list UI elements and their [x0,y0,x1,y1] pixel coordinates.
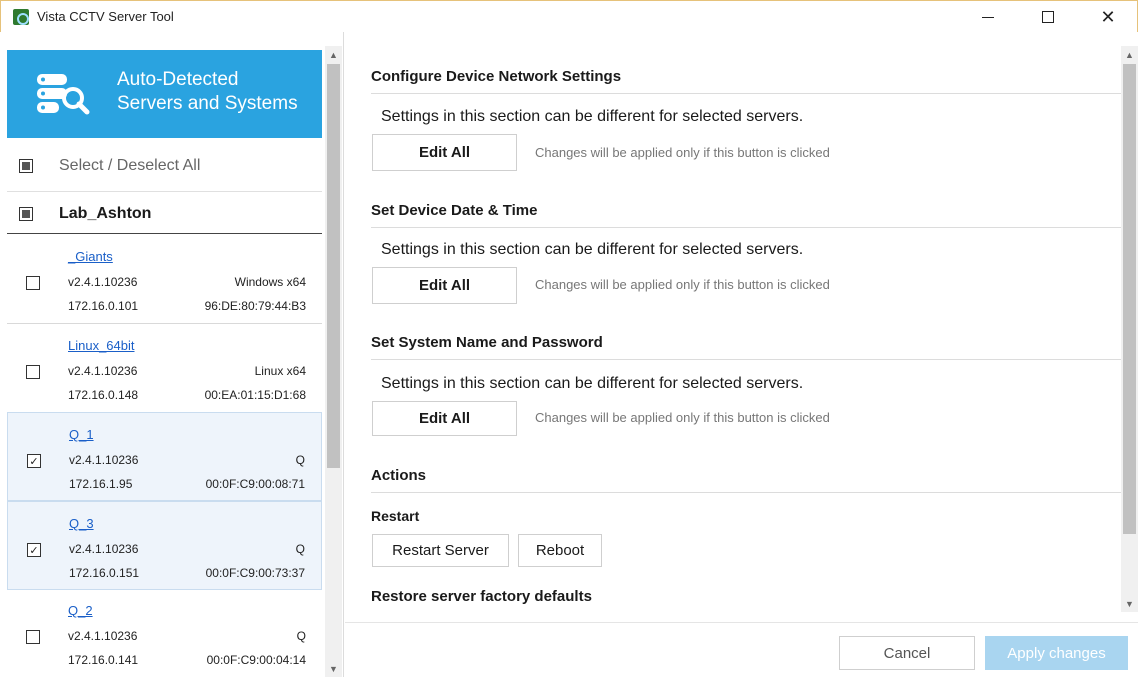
server-name-link[interactable]: Linux_64bit [68,338,135,353]
server-item[interactable]: Q_1 ✓ v2.4.1.10236 Q 172.16.1.95 00:0F:C… [7,412,322,501]
minimize-icon [982,16,994,18]
server-list-panel: Auto-Detected Servers and Systems Select… [0,32,344,677]
section-hint: Changes will be applied only if this but… [535,277,830,292]
close-icon: ✕ [1100,7,1116,27]
section-divider [371,227,1124,228]
restart-label: Restart [371,508,420,524]
server-version: v2.4.1.10236 [69,542,139,556]
server-ip: 172.16.0.151 [69,566,140,580]
scroll-up-arrow-icon[interactable]: ▲ [325,46,342,63]
scroll-down-arrow-icon[interactable]: ▼ [1121,595,1138,612]
server-checkbox[interactable] [26,630,40,644]
section-title-network: Configure Device Network Settings [371,68,622,85]
server-ip: 172.16.0.141 [68,653,139,667]
select-all-label: Select / Deselect All [59,156,201,174]
scroll-up-arrow-icon[interactable]: ▲ [1121,46,1138,63]
server-name-link[interactable]: _Giants [68,249,113,264]
header-line-1: Auto-Detected [117,69,239,90]
select-all-checkbox[interactable] [19,158,33,173]
server-name-link[interactable]: Q_1 [69,427,94,442]
server-checkbox[interactable] [26,276,40,290]
title-bar: Vista CCTV Server Tool ✕ [0,0,1138,32]
apply-changes-button[interactable]: Apply changes [985,636,1128,670]
server-list-title: Auto-Detected Servers and Systems [117,68,298,116]
restore-defaults-label: Restore server factory defaults [371,588,592,605]
server-ip: 172.16.0.148 [68,388,139,402]
maximize-icon [1042,11,1054,23]
server-version: v2.4.1.10236 [69,453,139,467]
reboot-button[interactable]: Reboot [518,534,602,567]
group-label: Lab_Ashton [59,204,152,222]
scroll-down-arrow-icon[interactable]: ▼ [325,660,342,677]
server-os: Windows x64 [234,275,306,289]
window-title: Vista CCTV Server Tool [37,9,174,24]
minimize-button[interactable] [965,1,1011,33]
maximize-button[interactable] [1025,1,1071,33]
section-divider [371,93,1124,94]
server-checkbox[interactable]: ✓ [27,543,41,557]
edit-all-date-time-button[interactable]: Edit All [372,267,517,304]
section-description: Settings in this section can be differen… [381,108,804,125]
server-list-header: Auto-Detected Servers and Systems [7,50,322,138]
settings-panel: Configure Device Network Settings Settin… [345,32,1138,622]
server-os: Linux x64 [254,364,306,378]
server-checkbox[interactable]: ✓ [27,454,41,468]
server-mac: 00:0F:C9:00:73:37 [205,566,305,580]
app-logo-icon [13,8,29,25]
server-mac: 00:EA:01:15:D1:68 [204,388,306,402]
server-version: v2.4.1.10236 [68,364,138,378]
scrollbar-thumb[interactable] [327,64,340,468]
select-all-row[interactable]: Select / Deselect All [7,140,322,192]
server-ip: 172.16.1.95 [69,477,133,491]
group-checkbox[interactable] [19,206,33,221]
server-version: v2.4.1.10236 [68,629,138,643]
edit-all-network-button[interactable]: Edit All [372,134,517,171]
server-mac: 00:0F:C9:00:04:14 [206,653,306,667]
section-hint: Changes will be applied only if this but… [535,410,830,425]
cancel-button[interactable]: Cancel [839,636,975,670]
scrollbar-thumb[interactable] [1123,64,1136,534]
section-divider [371,492,1124,493]
server-item[interactable]: Linux_64bit v2.4.1.10236 Linux x64 172.1… [7,324,322,413]
footer-bar: Cancel Apply changes [345,622,1138,677]
server-version: v2.4.1.10236 [68,275,138,289]
section-hint: Changes will be applied only if this but… [535,145,830,160]
actions-title: Actions [371,467,427,484]
server-list-scrollbar[interactable]: ▲ ▼ [325,46,342,677]
settings-scrollbar[interactable]: ▲ ▼ [1121,46,1138,612]
server-os: Q [295,542,305,556]
server-name-link[interactable]: Q_2 [68,603,93,618]
close-button[interactable]: ✕ [1085,1,1131,33]
server-mac: 96:DE:80:79:44:B3 [204,299,306,313]
server-name-link[interactable]: Q_3 [69,516,94,531]
server-os: Q [296,629,306,643]
group-row[interactable]: Lab_Ashton [7,194,322,234]
server-ip: 172.16.0.101 [68,299,139,313]
server-item[interactable]: Q_2 v2.4.1.10236 Q 172.16.0.141 00:0F:C9… [7,589,322,677]
section-divider [371,359,1124,360]
server-mac: 00:0F:C9:00:08:71 [205,477,305,491]
server-item[interactable]: Q_3 ✓ v2.4.1.10236 Q 172.16.0.151 00:0F:… [7,501,322,590]
section-description: Settings in this section can be differen… [381,375,804,392]
section-description: Settings in this section can be differen… [381,241,804,258]
section-title-date-time: Set Device Date & Time [371,202,538,219]
server-checkbox[interactable] [26,365,40,379]
edit-all-system-name-button[interactable]: Edit All [372,401,517,436]
restart-server-button[interactable]: Restart Server [372,534,509,567]
section-title-system-name: Set System Name and Password [371,334,603,351]
header-line-2: Servers and Systems [117,93,298,114]
server-os: Q [295,453,305,467]
server-item[interactable]: _Giants v2.4.1.10236 Windows x64 172.16.… [7,235,322,324]
server-search-icon [37,74,90,115]
